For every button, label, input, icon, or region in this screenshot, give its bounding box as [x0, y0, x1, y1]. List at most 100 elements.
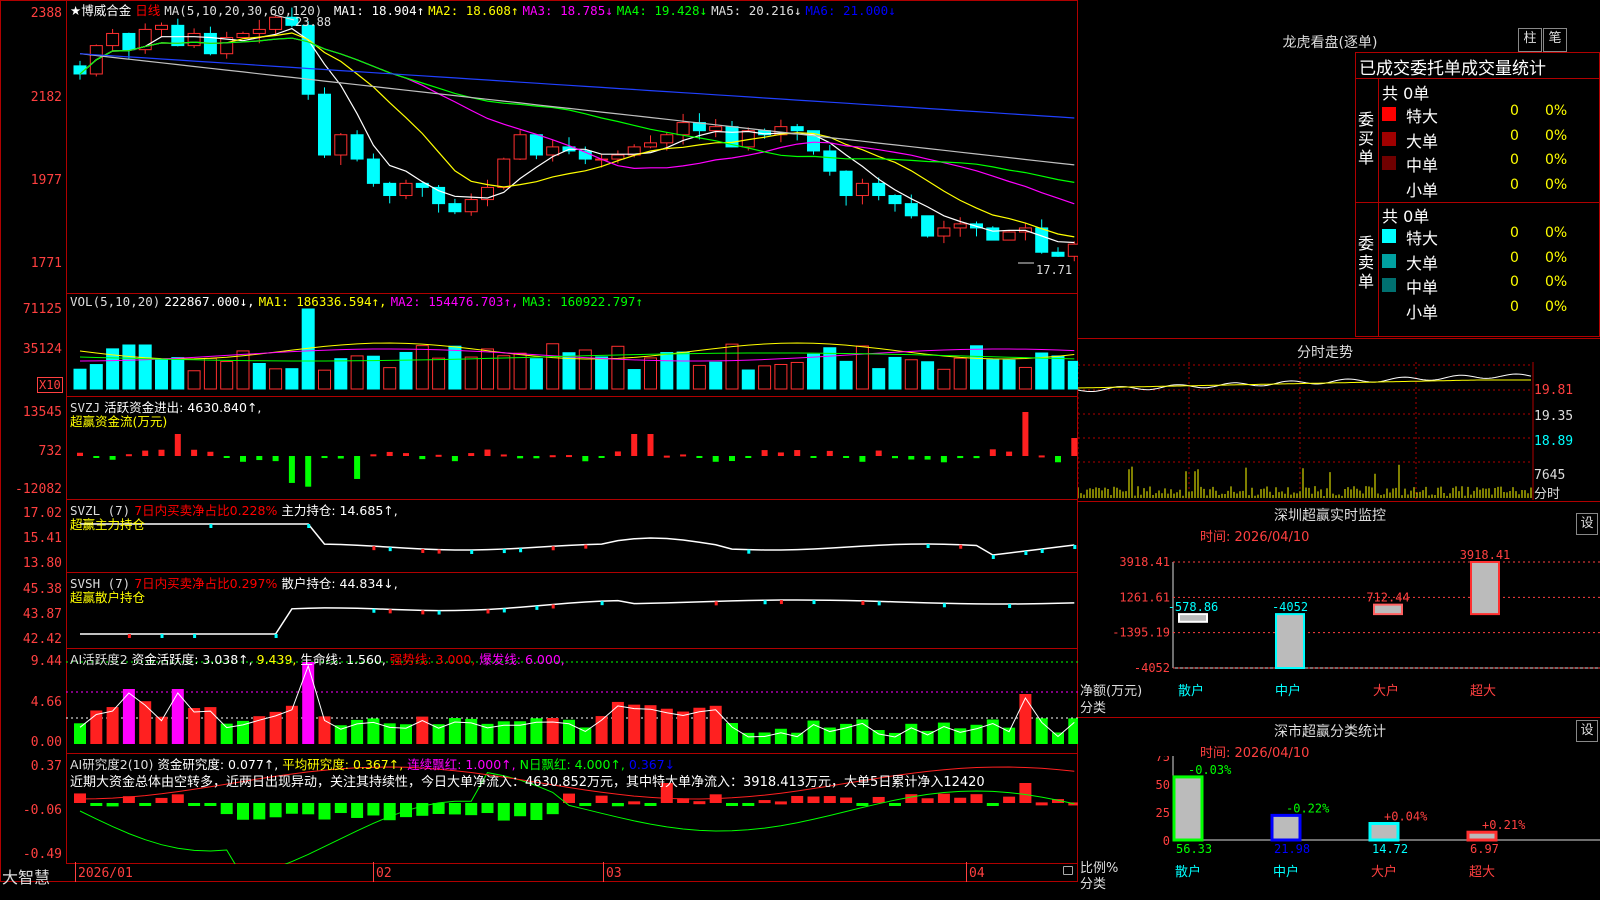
monitor-bar-label: -4052: [1272, 600, 1308, 614]
research-bar: [497, 803, 510, 821]
flow-bar: [403, 453, 409, 456]
flow-bar: [93, 456, 100, 458]
main-holding-line-tick: [502, 549, 506, 554]
retail-holding-line-tick: [877, 601, 881, 606]
volume-bar: [546, 343, 560, 390]
retail-holding-line-tick: [127, 634, 131, 638]
lock-icon[interactable]: [1063, 866, 1073, 875]
sell-row: 特大 0 0%: [1380, 225, 1600, 248]
monitor-y-tick: -1395.19: [1112, 626, 1170, 640]
stats-change-label: -0.22%: [1286, 801, 1330, 815]
kline-chart[interactable]: [66, 0, 1078, 294]
main-holding-line-tick: [584, 544, 588, 549]
buy-name: 大单: [1406, 131, 1439, 151]
monitor-bar-label: 3918.41: [1460, 548, 1511, 562]
candle-body: [953, 223, 967, 229]
price-tick: 1771: [30, 256, 62, 271]
ai2-nday: N日飘红: 4.000↑,: [519, 757, 625, 772]
candle-body: [269, 16, 283, 30]
price-tick: 1977: [30, 173, 62, 188]
volume-bar: [334, 358, 348, 390]
volume-bar: [953, 357, 967, 390]
monitor-bar: [1178, 613, 1208, 623]
sell-total: 共 0单: [1382, 207, 1430, 226]
flow-bar: [631, 434, 638, 456]
research-bar: [481, 803, 494, 814]
volume-bar: [986, 359, 1000, 390]
vol-ma2: MA2: 154476.703↑,: [390, 294, 519, 309]
research-bar: [807, 796, 820, 803]
ai1-burst: 爆发线: 6.000,: [479, 652, 565, 667]
stats-category: 散户: [1175, 864, 1201, 880]
bar-mode-button[interactable]: 柱: [1518, 28, 1542, 52]
flow-bar: [109, 456, 116, 460]
research-bar: [628, 801, 641, 805]
buy-pct: 0%: [1545, 103, 1568, 119]
ai2-note: 近期大资金总体由空转多，近两日出现异动，关注其持续性，今日大单净流入：4630.…: [70, 775, 985, 790]
volume-bar: [1018, 366, 1032, 390]
activity-bar: [497, 721, 510, 744]
monitor-settings-button[interactable]: 设: [1576, 513, 1598, 535]
ai1-tick: 9.44: [30, 654, 62, 669]
activity-bar: [774, 728, 787, 744]
activity-bar: [611, 701, 624, 744]
stats-chart[interactable]: 75 50 25 0 -0.03% 56.33 散户 -0.22% 21.98 中户 +0.04% 1…: [1078, 756, 1600, 900]
stats-category: 超大: [1469, 865, 1495, 880]
research-bar: [791, 795, 804, 803]
research-bar: [546, 803, 559, 815]
research-bar: [204, 803, 217, 806]
monitor-chart[interactable]: 3918.41 1261.61 -1395.19 -4052 -578.86 散户 -405…: [1078, 540, 1600, 715]
flow-bar: [924, 456, 931, 460]
monitor-category: 中户: [1275, 683, 1301, 699]
flow-bar: [77, 452, 83, 456]
sell-pct: 0%: [1545, 225, 1568, 241]
tick-mode-button[interactable]: 笔: [1543, 28, 1567, 52]
candle-body: [660, 134, 674, 144]
sell-pct: 0%: [1545, 249, 1568, 266]
flow-bar: [500, 454, 507, 457]
research-bar: [351, 803, 364, 818]
buy-count: 0: [1510, 103, 1519, 119]
volume-bar: [611, 345, 625, 390]
buy-name: 特大: [1406, 107, 1439, 126]
candle-body: [709, 126, 723, 132]
research-bar: [1003, 796, 1016, 803]
research-bar: [90, 803, 103, 806]
candle-body: [1067, 243, 1078, 257]
vol-tick: 35124: [22, 342, 62, 357]
volume-bar: [692, 364, 706, 390]
candle-body: [497, 158, 511, 188]
candle-body: [644, 142, 657, 148]
research-bar: [188, 803, 201, 806]
ai1-name: AI活跃度2: [70, 652, 128, 667]
ma4-value: MA4: 19.428↓: [616, 3, 708, 18]
buy-pct: 0%: [1545, 152, 1568, 168]
intraday-chart[interactable]: [1078, 362, 1600, 500]
flow-bar: [761, 450, 768, 456]
research-bar: [318, 803, 331, 820]
sell-pct: 0%: [1545, 298, 1568, 315]
sell-name: 大单: [1406, 253, 1439, 273]
vol-tick: 71125: [22, 302, 62, 317]
research-bar: [269, 803, 282, 818]
stats-settings-button[interactable]: 设: [1576, 720, 1598, 742]
main-holding-line-tick: [519, 548, 523, 553]
stats-category: 大户: [1371, 864, 1397, 880]
stats-value-label: 14.72: [1372, 842, 1408, 856]
flow-bar: [777, 452, 784, 456]
svzl-ratio: 7日内买卖净占比0.228%: [134, 503, 278, 518]
intraday-tick: 7645: [1534, 468, 1566, 483]
ai1-strong: 强势线: 3.000,: [389, 652, 476, 667]
ai1-lifeline: 生命线: 1.560,: [300, 652, 386, 667]
main-holding-line-tick: [388, 547, 392, 552]
retail-holding-line-tick: [535, 605, 539, 610]
stats-change-label: +0.21%: [1482, 818, 1526, 832]
research-bar: [383, 803, 396, 821]
retail-holding-line-tick: [600, 601, 604, 606]
retail-holding-line-tick: [160, 634, 164, 638]
x-label-jan: 2026/01: [78, 866, 133, 881]
research-bar: [595, 795, 608, 803]
volume-bar: [252, 362, 266, 390]
candle-body: [432, 186, 446, 205]
low-price-mark: 17.71: [1036, 263, 1073, 277]
